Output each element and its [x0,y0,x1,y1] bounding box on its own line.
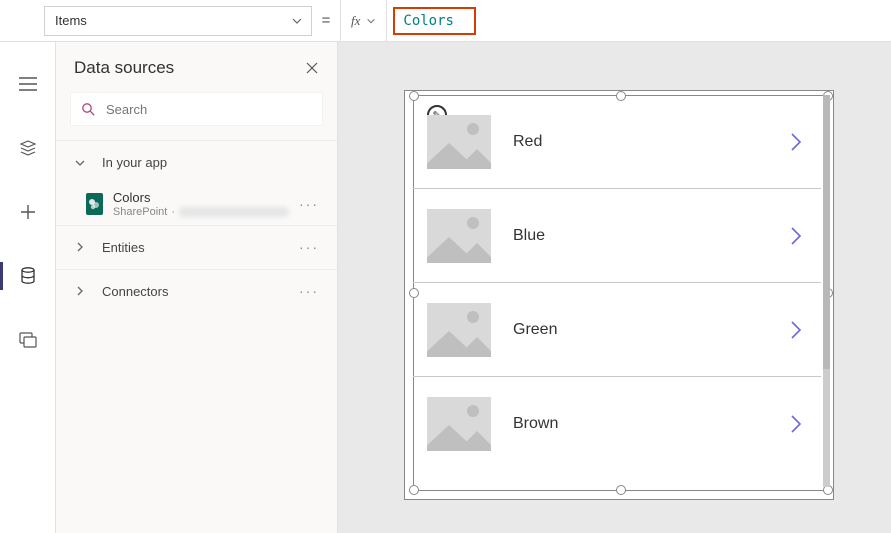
chevron-right-icon[interactable] [789,413,803,435]
gallery: ✎ Red Blue Green [413,95,821,491]
section-label: In your app [102,155,167,170]
section-label: Entities [102,240,145,255]
rail-data[interactable] [0,258,55,294]
image-placeholder-icon [427,303,491,357]
screen-preview: ✎ Red Blue Green [404,90,834,500]
item-title: Brown [513,415,558,433]
rail-media[interactable] [0,322,55,358]
chevron-right-icon[interactable] [789,131,803,153]
property-selector-label: Items [55,13,87,28]
left-rail [0,42,56,533]
item-title: Green [513,321,557,339]
redacted-text [179,207,289,217]
chevron-right-icon[interactable] [789,319,803,341]
search-input[interactable] [106,102,312,117]
chevron-right-icon [74,241,88,253]
rail-insert[interactable] [0,194,55,230]
datasource-name: Colors [113,190,289,206]
rail-menu[interactable] [0,66,55,102]
list-item[interactable]: Brown [413,377,821,471]
data-sources-panel: Data sources In your app Colors [56,42,338,533]
rail-tree[interactable] [0,130,55,166]
fx-button[interactable]: fx [340,0,386,42]
section-label: Connectors [102,284,168,299]
section-connectors[interactable]: Connectors ··· [56,269,337,313]
panel-title: Data sources [74,58,174,78]
more-icon[interactable]: ··· [299,196,319,212]
close-icon[interactable] [305,61,319,75]
image-placeholder-icon [427,397,491,451]
fx-label: fx [351,13,360,29]
canvas[interactable]: ✎ Red Blue Green [338,42,891,533]
list-item[interactable]: Green [413,283,821,377]
search-input-wrap[interactable] [70,92,323,126]
search-icon [81,102,96,117]
formula-bar: Items = fx Colors [0,0,891,42]
datasource-subtitle: SharePoint · [113,206,289,219]
chevron-down-icon [74,157,88,169]
property-selector[interactable]: Items [44,6,312,36]
scrollbar[interactable] [823,95,830,487]
formula-input[interactable]: Colors [386,0,891,42]
image-placeholder-icon [427,115,491,169]
sharepoint-icon [86,193,103,215]
section-in-your-app[interactable]: In your app [56,140,337,184]
item-title: Blue [513,227,545,245]
chevron-right-icon [74,285,88,297]
formula-text: Colors [393,7,476,35]
image-placeholder-icon [427,209,491,263]
list-item[interactable]: Red [413,95,821,189]
section-entities[interactable]: Entities ··· [56,225,337,269]
more-icon[interactable]: ··· [299,239,319,255]
item-title: Red [513,133,542,151]
chevron-down-icon [291,15,303,27]
equals-label: = [312,12,340,29]
list-item[interactable]: Blue [413,189,821,283]
datasource-item-colors[interactable]: Colors SharePoint · ··· [56,184,337,225]
chevron-down-icon [366,16,376,26]
chevron-right-icon[interactable] [789,225,803,247]
more-icon[interactable]: ··· [299,283,319,299]
